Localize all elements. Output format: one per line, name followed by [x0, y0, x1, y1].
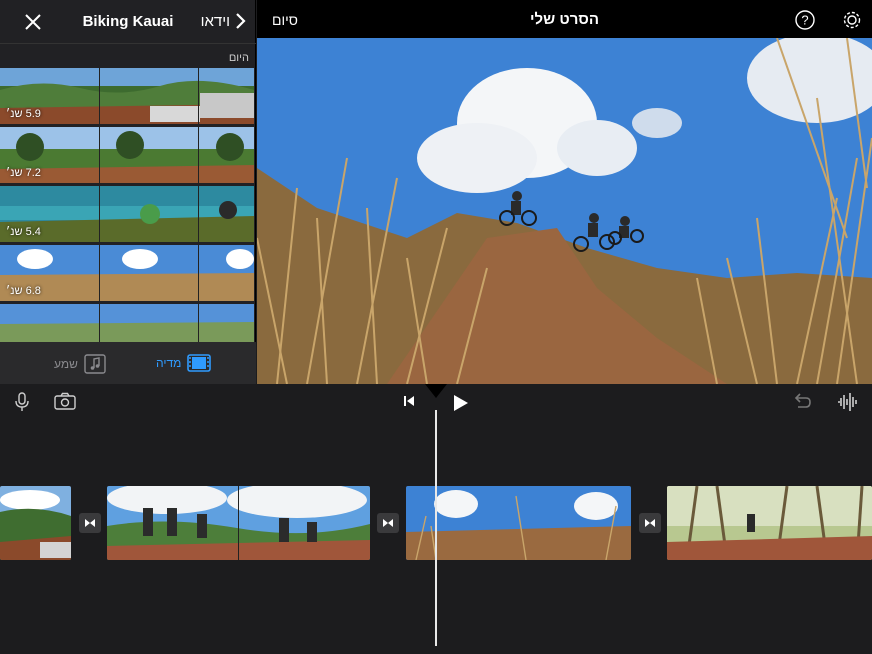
camera-button[interactable]: [54, 392, 76, 415]
music-note-icon: [84, 354, 106, 374]
browser-clip[interactable]: 7.2 שנ׳: [0, 127, 254, 183]
tab-media[interactable]: מדיה: [156, 354, 212, 372]
skip-back-icon: [404, 396, 414, 406]
transition-button[interactable]: [377, 513, 399, 533]
back-label: וידאו: [200, 12, 230, 30]
clip-duration: 6.8 שנ׳: [6, 285, 41, 297]
viewer-frame: [257, 38, 872, 384]
back-button[interactable]: וידאו: [201, 12, 246, 30]
timeline-clip[interactable]: [0, 486, 71, 560]
skip-back-button[interactable]: [402, 394, 416, 413]
play-button[interactable]: [452, 393, 470, 418]
chevron-left-icon: [236, 13, 246, 29]
clip-thumbnail: [0, 486, 71, 560]
clip-thumbnail: [0, 304, 254, 342]
browser-clip[interactable]: 6.8 שנ׳: [0, 245, 254, 301]
transition-button[interactable]: [79, 513, 101, 533]
gear-icon: [843, 11, 861, 29]
help-button[interactable]: ?: [795, 10, 815, 30]
waveform-icon: [838, 393, 857, 411]
clip-thumbnail: [107, 486, 370, 560]
browser-clip[interactable]: 5.4 שנ׳: [0, 186, 254, 242]
camera-icon: [54, 392, 76, 410]
clip-duration: 7.2 שנ׳: [6, 167, 41, 179]
audio-waveform-button[interactable]: [837, 392, 859, 417]
tab-audio-label: שמע: [54, 357, 78, 371]
clip-thumbnail: [406, 486, 631, 560]
timeline-clip[interactable]: [107, 486, 370, 560]
project-header: סיום הסרט שלי ?: [257, 0, 872, 38]
help-icon: ?: [795, 10, 815, 30]
transition-button[interactable]: [639, 513, 661, 533]
settings-button[interactable]: [841, 9, 863, 31]
project-title: הסרט שלי: [530, 11, 599, 28]
tab-audio[interactable]: שמע: [54, 354, 106, 374]
clip-duration: 5.4 שנ׳: [6, 226, 41, 238]
svg-text:?: ?: [801, 13, 808, 28]
imovie-app: Biking Kauai וידאו היום 5.9 שנ׳ 7.2 שנ׳ …: [0, 0, 872, 654]
timeline-clip[interactable]: [667, 486, 872, 560]
browser-clip[interactable]: [0, 304, 254, 342]
transition-icon: [645, 519, 655, 527]
undo-icon: [794, 393, 811, 408]
film-icon: [187, 354, 212, 372]
browser-clip[interactable]: 5.9 שנ׳: [0, 68, 254, 124]
play-icon: [454, 395, 468, 411]
microphone-icon: [15, 392, 29, 411]
browser-tabs: מדיה שמע: [0, 342, 256, 384]
media-browser: Biking Kauai וידאו היום 5.9 שנ׳ 7.2 שנ׳ …: [0, 0, 256, 384]
browser-header: Biking Kauai וידאו: [0, 0, 256, 44]
playhead-marker[interactable]: [425, 384, 447, 398]
video-viewer[interactable]: [257, 38, 872, 384]
timeline-clip[interactable]: [406, 486, 631, 560]
transition-icon: [85, 519, 95, 527]
transition-icon: [383, 519, 393, 527]
clip-thumbnail: [667, 486, 872, 560]
clip-duration: 5.9 שנ׳: [6, 108, 41, 120]
undo-button[interactable]: [792, 392, 812, 415]
section-label: היום: [228, 52, 249, 64]
playhead[interactable]: [435, 410, 437, 646]
voiceover-button[interactable]: [14, 392, 30, 417]
tab-media-label: מדיה: [156, 356, 182, 370]
